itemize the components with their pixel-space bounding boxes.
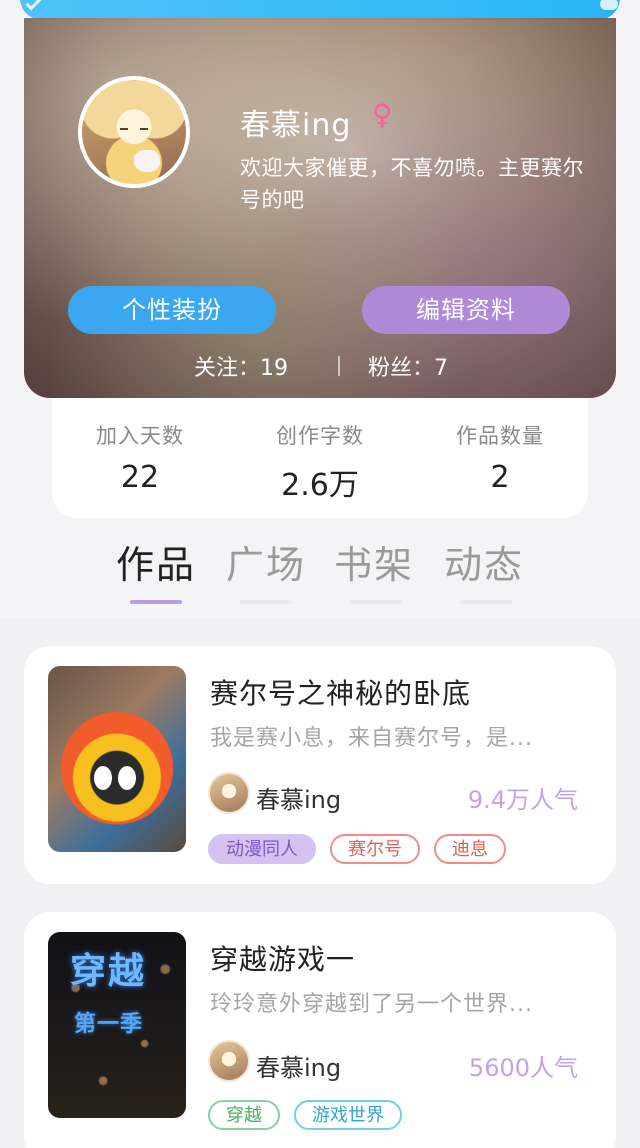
more-icon[interactable]: [600, 0, 618, 10]
tab-indicator: [460, 600, 512, 604]
content-tabs: 作品 广场 书架 动态: [0, 534, 640, 614]
back-arrow-icon[interactable]: [25, 0, 43, 11]
popularity-count: 9.4万人气: [467, 786, 578, 814]
tab-square[interactable]: 广场: [226, 534, 306, 589]
profile-card: 春慕ing ♀ 欢迎大家催更，不喜勿喷。主更赛尔号的吧 个性装扮 编辑资料 关注…: [24, 18, 616, 398]
tab-bookshelf[interactable]: 书架: [334, 534, 414, 589]
avatar-eye-icon: [120, 128, 128, 132]
tag[interactable]: 动漫同人: [208, 834, 316, 864]
avatar-cat-icon: [134, 150, 160, 172]
tag[interactable]: 赛尔号: [330, 834, 420, 864]
popularity-count: 5600人气: [468, 1054, 578, 1082]
tab-activity[interactable]: 动态: [444, 534, 524, 589]
following-count[interactable]: 关注：19: [194, 350, 288, 382]
personal-dress-button[interactable]: 个性装扮: [68, 286, 276, 334]
tab-indicator: [240, 600, 292, 604]
top-header-bar: [20, 0, 620, 20]
author-avatar: [208, 1040, 250, 1082]
stat-value: 2.6万: [281, 468, 359, 503]
author-name: 春慕ing: [256, 1054, 342, 1082]
stat-value: 22: [120, 460, 160, 495]
tab-indicator-active: [130, 600, 182, 604]
edit-profile-button[interactable]: 编辑资料: [362, 286, 570, 334]
user-bio: 欢迎大家催更，不喜勿喷。主更赛尔号的吧: [240, 156, 584, 212]
stat-works-count: 作品数量 2: [420, 420, 580, 495]
tag[interactable]: 穿越: [208, 1100, 280, 1130]
stat-label: 加入天数: [96, 424, 184, 448]
work-cover-image[interactable]: 穿越 第一季: [48, 932, 186, 1118]
tab-indicator: [350, 600, 402, 604]
stat-label: 作品数量: [456, 424, 544, 448]
tag[interactable]: 游戏世界: [294, 1100, 402, 1130]
work-tags: 动漫同人 赛尔号 迪息: [208, 834, 506, 864]
cover-subtitle: 第一季: [74, 1012, 144, 1037]
work-description: 玲玲意外穿越到了另一个世界...: [210, 992, 533, 1017]
female-gender-icon: ♀: [372, 98, 393, 131]
work-title[interactable]: 赛尔号之神秘的卧底: [210, 672, 471, 712]
cover-character-eye-icon: [118, 766, 136, 790]
stat-word-count: 创作字数 2.6万: [240, 420, 400, 504]
work-description: 我是赛小息，来自赛尔号，是...: [210, 726, 533, 751]
work-tags: 穿越 游戏世界: [208, 1100, 402, 1130]
stat-label: 创作字数: [276, 424, 364, 448]
work-card[interactable]: 穿越 第一季 穿越游戏一 玲玲意外穿越到了另一个世界... 春慕ing 5600…: [24, 912, 616, 1148]
tag[interactable]: 迪息: [434, 834, 506, 864]
fans-count[interactable]: 粉丝：7: [368, 350, 448, 382]
stat-value: 2: [490, 460, 510, 495]
avatar-eye-icon: [140, 128, 148, 132]
cover-character-eye-icon: [94, 766, 112, 790]
user-avatar[interactable]: [78, 76, 190, 188]
stats-card: 加入天数 22 创作字数 2.6万 作品数量 2: [52, 398, 588, 518]
cover-title: 穿越: [70, 951, 147, 992]
follow-stats: 关注：19 粉丝：7: [24, 350, 616, 384]
divider: [338, 356, 340, 376]
tab-works[interactable]: 作品: [116, 534, 196, 589]
work-cover-image[interactable]: [48, 666, 186, 852]
author-avatar: [208, 772, 250, 814]
username: 春慕ing: [240, 108, 352, 143]
author-name: 春慕ing: [256, 786, 342, 814]
stat-join-days: 加入天数 22: [60, 420, 220, 495]
work-card[interactable]: 赛尔号之神秘的卧底 我是赛小息，来自赛尔号，是... 春慕ing 9.4万人气 …: [24, 646, 616, 884]
work-title[interactable]: 穿越游戏一: [210, 938, 355, 978]
